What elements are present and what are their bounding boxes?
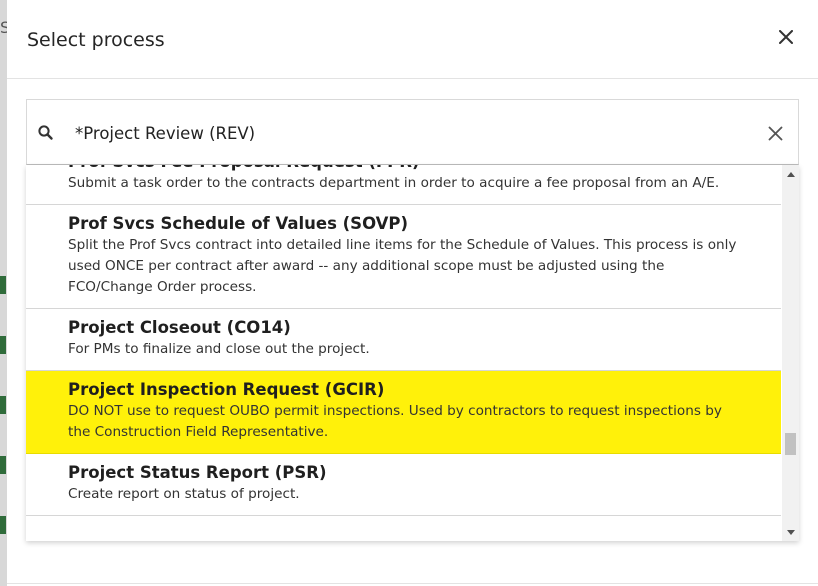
- clear-search-button[interactable]: [765, 123, 785, 143]
- process-item-co14[interactable]: Project Closeout (CO14) For PMs to final…: [26, 309, 781, 371]
- process-item-title: Project Inspection Request (GCIR): [68, 380, 385, 399]
- process-search-box: [26, 99, 799, 165]
- dialog-header: Select process: [7, 0, 818, 79]
- background-badge: [0, 516, 6, 534]
- background-badge: [0, 456, 6, 474]
- dialog-footer-divider: [7, 583, 818, 584]
- list-scrollbar[interactable]: [782, 165, 799, 541]
- clear-icon: [768, 126, 782, 140]
- scrollbar-thumb[interactable]: [785, 433, 796, 455]
- dialog-title: Select process: [27, 29, 165, 51]
- process-item-description: DO NOT use to request OUBO permit inspec…: [68, 403, 722, 440]
- process-item-title: Prof Svcs Schedule of Values (SOVP): [68, 214, 409, 233]
- select-process-dialog: Select process Prof Svcs Fee Proposal Re…: [7, 0, 818, 586]
- background-badge: [0, 336, 6, 354]
- scroll-down-button[interactable]: [782, 524, 799, 541]
- close-button[interactable]: [773, 24, 799, 50]
- process-item-fpr[interactable]: Prof Svcs Fee Proposal Request (FPR) Sub…: [26, 165, 781, 205]
- arrow-up-icon: [786, 171, 795, 177]
- process-item-description: Submit a task order to the contracts dep…: [68, 175, 720, 191]
- scroll-up-button[interactable]: [782, 165, 799, 182]
- process-search-input[interactable]: [75, 118, 755, 148]
- close-icon: [779, 30, 793, 44]
- process-item-sovp[interactable]: Prof Svcs Schedule of Values (SOVP) Spli…: [26, 205, 781, 309]
- background-badge: [0, 396, 6, 414]
- arrow-down-icon: [786, 529, 795, 535]
- process-list[interactable]: Prof Svcs Fee Proposal Request (FPR) Sub…: [26, 165, 799, 541]
- process-list-items: Prof Svcs Fee Proposal Request (FPR) Sub…: [26, 165, 781, 516]
- process-item-title: Project Status Report (PSR): [68, 463, 327, 482]
- process-item-description: Split the Prof Svcs contract into detail…: [68, 237, 737, 295]
- process-item-title: Project Closeout (CO14): [68, 318, 291, 337]
- background-badge: [0, 276, 6, 294]
- process-item-psr[interactable]: Project Status Report (PSR) Create repor…: [26, 454, 781, 516]
- process-item-description: For PMs to finalize and close out the pr…: [68, 341, 370, 357]
- search-icon: [38, 125, 53, 140]
- process-item-description: Create report on status of project.: [68, 486, 300, 502]
- process-item-title: Prof Svcs Fee Proposal Request (FPR): [68, 165, 739, 173]
- process-item-gcir[interactable]: Project Inspection Request (GCIR) DO NOT…: [26, 371, 781, 454]
